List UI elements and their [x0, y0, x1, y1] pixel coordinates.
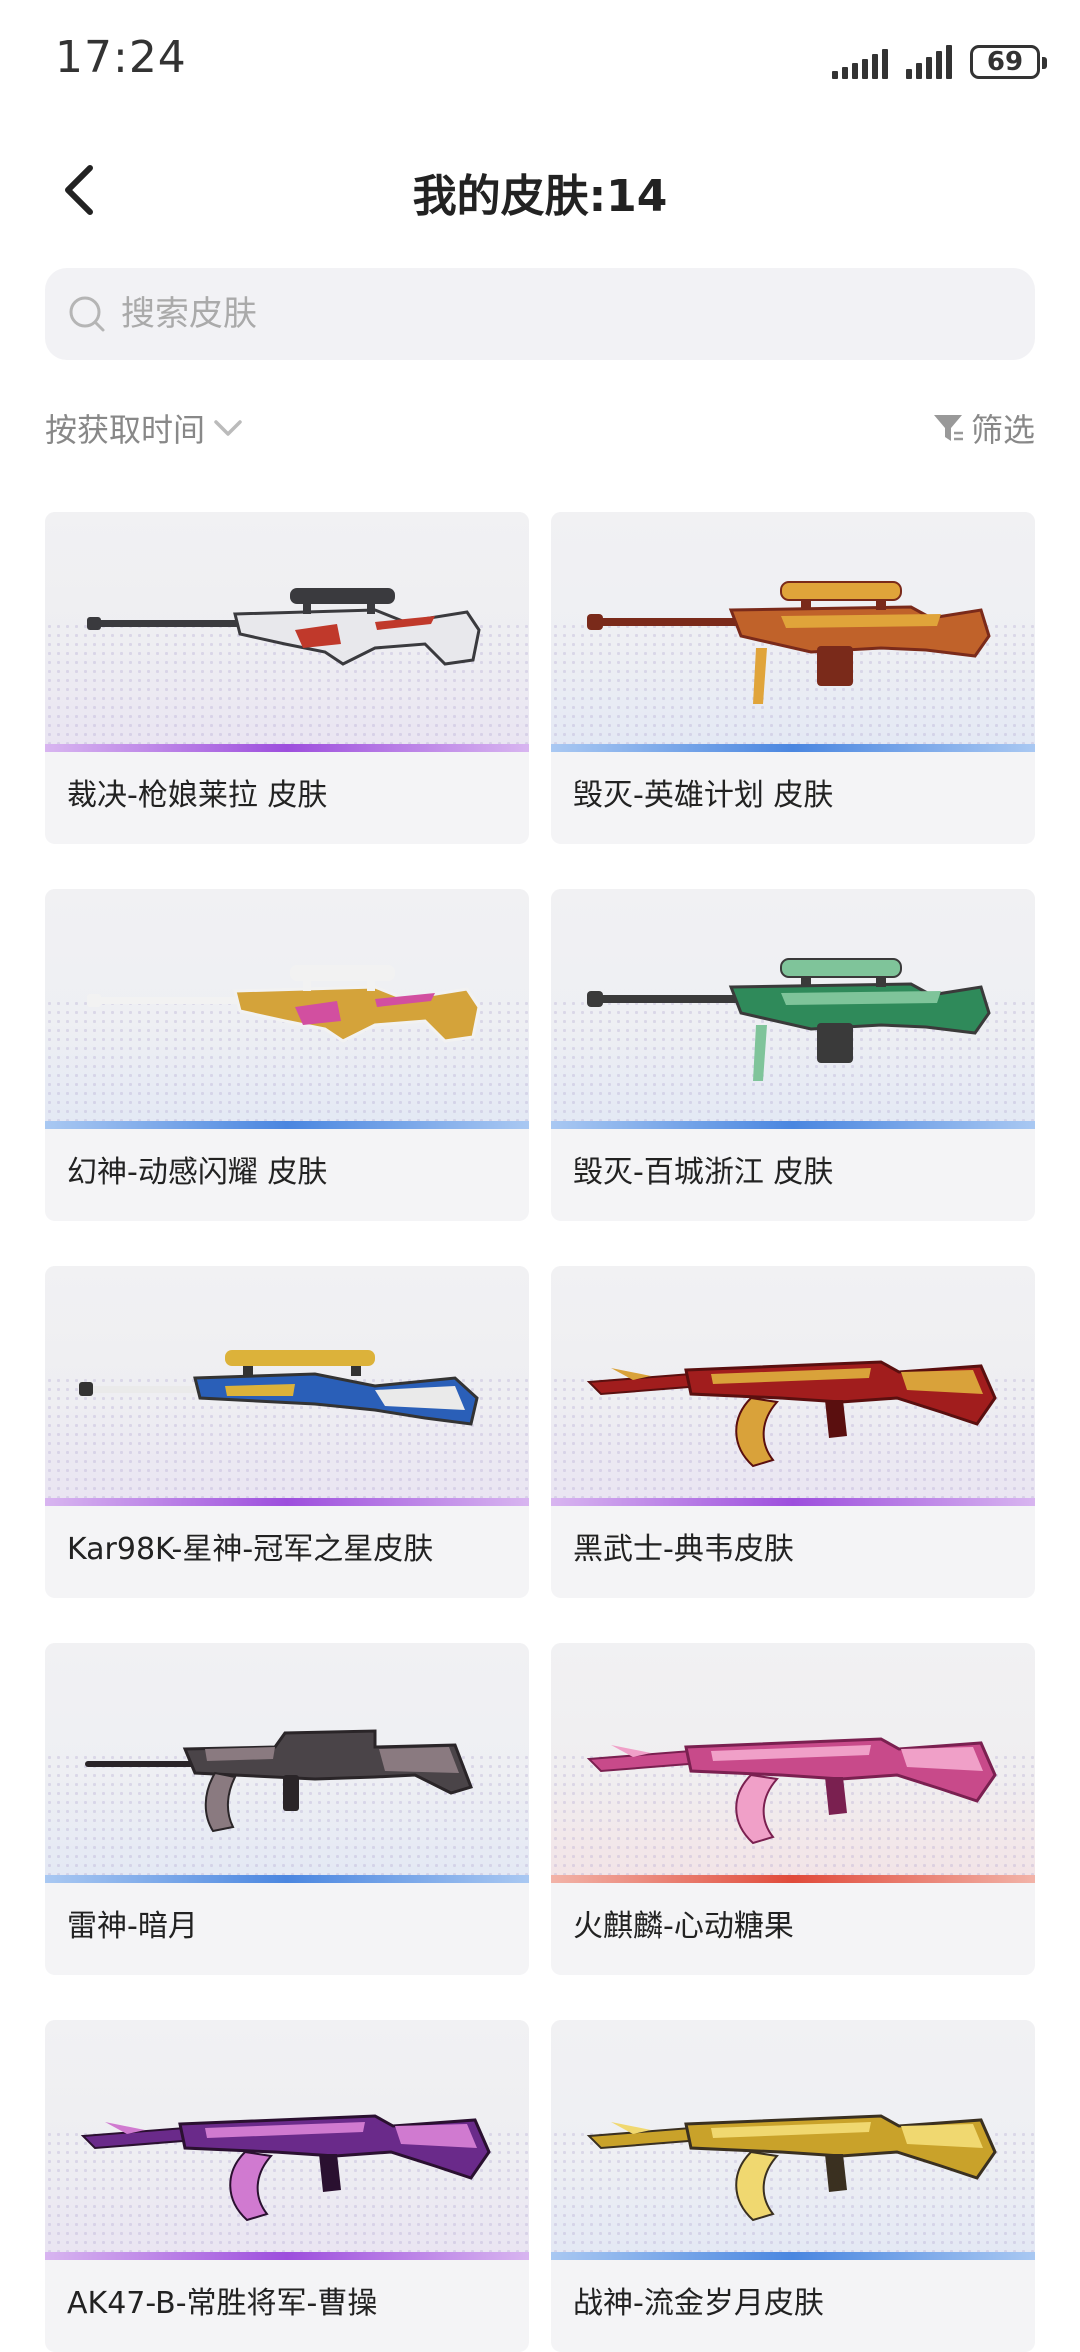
status-time: 17:24 [55, 32, 187, 83]
skin-card[interactable]: 幻神-动感闪耀 皮肤 [45, 889, 529, 1221]
skin-card[interactable]: 火麒麟-心动糖果 [551, 1643, 1035, 1975]
search-input[interactable] [119, 293, 1003, 335]
skin-card[interactable]: 黑武士-典韦皮肤 [551, 1266, 1035, 1598]
weapon-image [79, 1350, 479, 1426]
skin-name: 战神-流金岁月皮肤 [573, 2286, 824, 2321]
skin-image [45, 1643, 529, 1883]
skin-image [551, 1266, 1035, 1506]
weapon-image [87, 588, 481, 666]
weapon-image [586, 1737, 997, 1845]
sort-label: 按获取时间 [45, 411, 206, 449]
skin-name: 火麒麟-心动糖果 [573, 1909, 794, 1944]
rarity-bar [45, 1875, 529, 1883]
skin-name: 幻神-动感闪耀 皮肤 [67, 1155, 328, 1190]
skin-name: Kar98K-星神-冠军之星皮肤 [67, 1532, 434, 1567]
rarity-bar [551, 1498, 1035, 1506]
skin-name: 毁灭-英雄计划 皮肤 [573, 778, 834, 813]
skin-card[interactable]: Kar98K-星神-冠军之星皮肤 [45, 1266, 529, 1598]
battery-icon: 69 [970, 45, 1047, 79]
signal-icon [832, 45, 888, 79]
search-icon [69, 296, 105, 332]
skin-name: 毁灭-百城浙江 皮肤 [573, 1155, 834, 1190]
skin-image [551, 512, 1035, 752]
skin-name: AK47-B-常胜将军-曹操 [67, 2286, 378, 2321]
battery-level: 69 [986, 47, 1024, 77]
rarity-bar [45, 2252, 529, 2260]
skin-card[interactable]: AK47-B-常胜将军-曹操 [45, 2020, 529, 2352]
status-bar: 17:24 69 [0, 0, 1080, 120]
weapon-image [586, 1360, 997, 1468]
rarity-bar [45, 744, 529, 752]
weapon-image [87, 965, 481, 1043]
rarity-bar [551, 1875, 1035, 1883]
rarity-bar [45, 1498, 529, 1506]
signal-icon-2 [906, 45, 952, 79]
chevron-down-icon [214, 420, 242, 436]
skin-name: 雷神-暗月 [67, 1909, 198, 1944]
weapon-image [85, 1729, 473, 1833]
skin-image [45, 512, 529, 752]
rarity-bar [45, 1121, 529, 1129]
page-title: 我的皮肤:14 [412, 171, 668, 222]
skin-image [45, 1266, 529, 1506]
rarity-bar [551, 744, 1035, 752]
skin-card[interactable]: 毁灭-英雄计划 皮肤 [551, 512, 1035, 844]
sort-filter-bar: 按获取时间 筛选 [45, 405, 1035, 457]
skin-name: 黑武士-典韦皮肤 [573, 1532, 794, 1567]
weapon-image [80, 2114, 491, 2222]
skin-card[interactable]: 裁决-枪娘莱拉 皮肤 [45, 512, 529, 844]
skin-name: 裁决-枪娘莱拉 皮肤 [67, 778, 328, 813]
filter-label: 筛选 [970, 411, 1035, 449]
skin-image [551, 2020, 1035, 2260]
skin-card[interactable]: 毁灭-百城浙江 皮肤 [551, 889, 1035, 1221]
skin-image [551, 1643, 1035, 1883]
weapon-image [586, 2114, 997, 2222]
skin-image [551, 889, 1035, 1129]
rarity-bar [551, 2252, 1035, 2260]
status-icons: 69 [832, 40, 1047, 84]
rarity-bar [551, 1121, 1035, 1129]
sort-dropdown[interactable]: 按获取时间 [45, 405, 243, 451]
filter-button[interactable]: 筛选 [931, 405, 1035, 451]
nav-bar: 我的皮肤:14 [0, 130, 1080, 250]
search-box[interactable] [45, 268, 1035, 360]
weapon-image [587, 581, 991, 704]
skin-image [45, 2020, 529, 2260]
skin-card[interactable]: 雷神-暗月 [45, 1643, 529, 1975]
weapon-image [587, 958, 991, 1081]
skin-image [45, 889, 529, 1129]
filter-icon [933, 415, 963, 441]
skin-card[interactable]: 战神-流金岁月皮肤 [551, 2020, 1035, 2352]
